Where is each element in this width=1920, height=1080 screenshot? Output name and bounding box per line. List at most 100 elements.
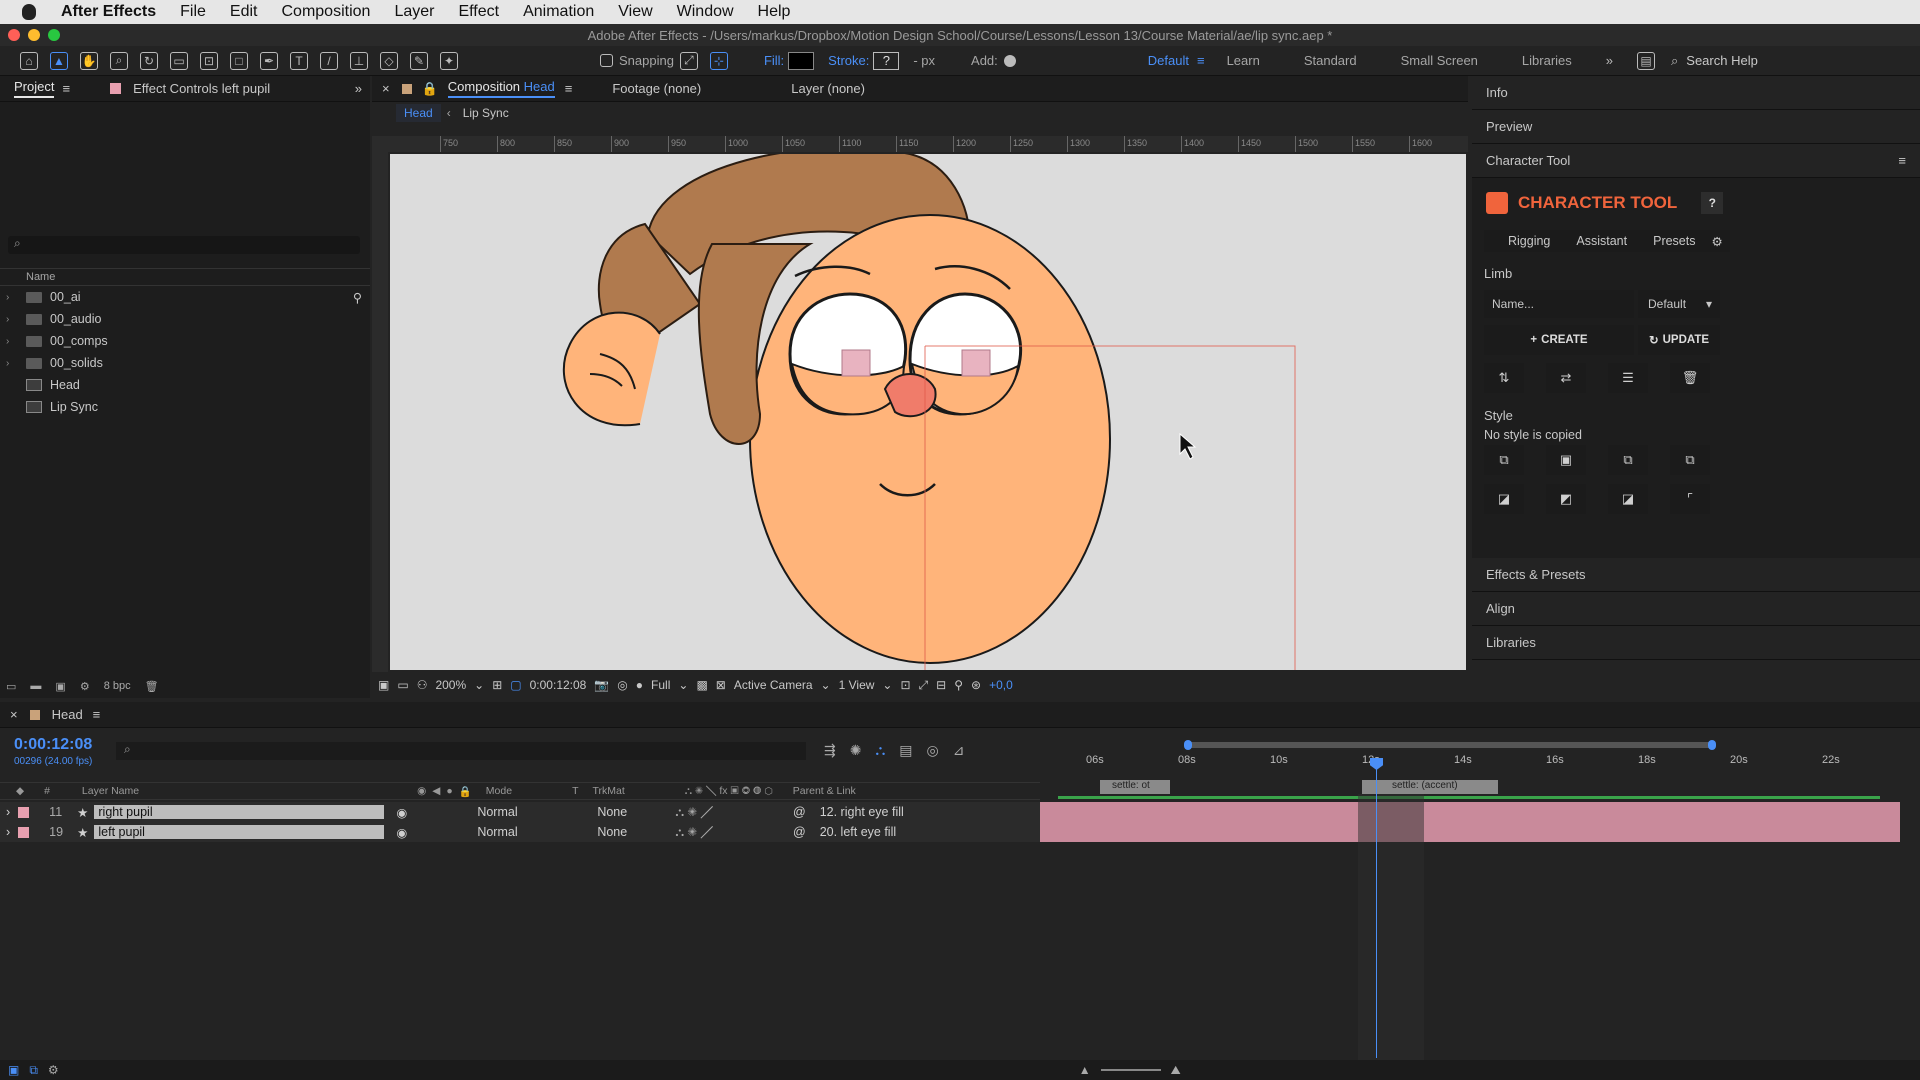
taper-style-icon[interactable]: ◪ <box>1608 484 1648 514</box>
workspace-libraries[interactable]: Libraries <box>1522 53 1572 68</box>
mask-visibility-icon[interactable]: ⚇ <box>417 678 428 692</box>
draft-3d-icon[interactable]: ✺ <box>850 742 862 759</box>
brush-tool-icon[interactable]: / <box>320 51 338 70</box>
tab-presets[interactable]: Presets <box>1653 234 1695 248</box>
work-area-end-handle[interactable] <box>1708 740 1716 750</box>
menu-effect[interactable]: Effect <box>458 3 499 21</box>
visibility-eye-icon[interactable]: ◉ <box>396 805 407 820</box>
pen-tool-icon[interactable]: ✒ <box>260 51 278 70</box>
time-ruler[interactable]: 06s08s10s12s14s16s18s20s22s settle: ot s… <box>1040 738 1900 800</box>
chevron-down-icon[interactable]: ⌄ <box>882 678 892 692</box>
delete-icon[interactable]: 🗑 <box>1670 363 1710 393</box>
lock-icon[interactable]: 🔒 <box>422 81 438 97</box>
camera-dropdown[interactable]: Active Camera <box>734 678 813 692</box>
trkmat-dropdown[interactable]: None <box>597 805 657 819</box>
project-settings-icon[interactable]: ⚙ <box>80 680 90 693</box>
snapshot-icon[interactable]: 📷 <box>594 678 609 692</box>
panel-menu-icon[interactable]: ≡ <box>93 707 101 722</box>
stroke-style-icon[interactable]: ◪ <box>1484 484 1524 514</box>
toggle-pixel-aspect-icon[interactable]: ⊡ <box>900 678 910 692</box>
help-button[interactable]: ? <box>1701 192 1724 214</box>
workspace-learn[interactable]: Learn <box>1227 53 1260 68</box>
dash-style-icon[interactable]: ⌜ <box>1670 484 1710 514</box>
exposure-value[interactable]: +0,0 <box>989 678 1013 692</box>
blend-mode-dropdown[interactable]: Normal <box>477 805 537 819</box>
new-composition-icon[interactable]: ▣ <box>55 680 65 693</box>
menu-view[interactable]: View <box>618 3 652 21</box>
breadcrumb-head[interactable]: Head <box>396 104 441 122</box>
column-switches[interactable]: ⛬ ✺ ╲ fx ▣ ◎ ◍ ⬡ <box>685 785 773 798</box>
layer-switches[interactable]: ⛬ ✺ ╱ <box>675 825 713 840</box>
copy-style-icon[interactable]: ⧉ <box>1484 445 1524 475</box>
label-tag-icon[interactable]: ◆ <box>16 785 24 797</box>
chevron-right-icon[interactable]: › <box>6 805 10 819</box>
tab-layer[interactable]: Layer (none) <box>791 81 865 96</box>
limb-style-dropdown[interactable]: Default ▾ <box>1638 290 1720 318</box>
zoom-dropdown[interactable]: 200% <box>435 678 466 692</box>
fill-label[interactable]: Fill: <box>764 53 784 68</box>
close-window-button[interactable] <box>8 29 20 41</box>
layer-duration-bar[interactable] <box>1040 822 1900 842</box>
tab-composition[interactable]: Composition Head <box>447 79 555 98</box>
show-snapshot-icon[interactable]: ◎ <box>617 678 627 692</box>
create-button[interactable]: + CREATE <box>1484 325 1634 355</box>
align-panel-header[interactable]: Align <box>1472 592 1920 626</box>
eraser-tool-icon[interactable]: ◇ <box>380 51 398 70</box>
region-of-interest-icon[interactable]: ▢ <box>510 678 521 692</box>
roto-brush-tool-icon[interactable]: ✎ <box>410 51 428 70</box>
minimize-window-button[interactable] <box>28 29 40 41</box>
fast-previews-icon[interactable]: ⊠ <box>716 678 726 692</box>
tab-project[interactable]: Project <box>14 79 55 98</box>
menu-composition[interactable]: Composition <box>282 3 371 21</box>
horizontal-ruler[interactable]: 750 800 850 900 950 1000 1050 1100 1150 1200 1250 1… <box>372 136 1468 152</box>
work-area-start-handle[interactable] <box>1184 740 1192 750</box>
preview-panel-header[interactable]: Preview <box>1472 110 1920 144</box>
chevron-right-icon[interactable]: › <box>6 336 18 347</box>
vertical-ruler[interactable] <box>372 152 388 672</box>
color-channel-icon[interactable]: ● <box>636 678 643 692</box>
monitor-icon[interactable]: ▭ <box>397 678 408 692</box>
settings-gear-icon[interactable]: ⚙ <box>1712 234 1723 249</box>
parent-dropdown[interactable]: 20. left eye fill <box>820 825 896 839</box>
list-item[interactable]: › 00_solids <box>0 352 370 374</box>
chevron-down-icon[interactable]: ⌄ <box>821 678 831 692</box>
tab-footage[interactable]: Footage (none) <box>612 81 701 96</box>
close-tab-icon[interactable]: × <box>10 707 18 722</box>
motion-blur-icon[interactable]: ◎ <box>927 742 939 759</box>
time-stretch-toggle-icon[interactable]: ⚙ <box>48 1063 59 1077</box>
close-tab-icon[interactable]: × <box>382 81 390 96</box>
zoom-out-icon[interactable]: ▲ <box>1079 1063 1091 1077</box>
app-name[interactable]: After Effects <box>61 3 156 21</box>
list-item[interactable]: › 00_comps <box>0 330 370 352</box>
workspace-overflow-icon[interactable]: » <box>1606 53 1613 68</box>
snapping-checkbox[interactable] <box>600 54 613 67</box>
view-layout-dropdown[interactable]: 1 View <box>839 678 875 692</box>
tab-rigging[interactable]: Rigging <box>1508 234 1550 248</box>
flowchart-icon[interactable]: ⚲ <box>353 290 362 305</box>
effects-presets-panel-header[interactable]: Effects & Presets <box>1472 558 1920 592</box>
update-button[interactable]: ↻ UPDATE <box>1638 325 1720 355</box>
blend-mode-dropdown[interactable]: Normal <box>477 825 537 839</box>
zoom-in-icon[interactable]: ⛰ <box>1171 1063 1181 1078</box>
new-folder-icon[interactable]: ▬ <box>30 680 41 692</box>
graph-editor-icon[interactable]: ⊿ <box>953 742 965 759</box>
panel-menu-icon[interactable]: ≡ <box>62 81 70 96</box>
trkmat-dropdown[interactable]: None <box>597 825 657 839</box>
panel-overflow-icon[interactable]: » <box>355 81 362 96</box>
viewer-timecode[interactable]: 0:00:12:08 <box>530 678 587 692</box>
bpc-label[interactable]: 8 bpc <box>104 680 131 692</box>
add-button[interactable] <box>1003 54 1016 67</box>
paste-style-icon[interactable]: ▣ <box>1546 445 1586 475</box>
visibility-eye-icon[interactable]: ◉ <box>396 825 407 840</box>
column-mode[interactable]: Mode <box>486 785 512 797</box>
lock-icon[interactable]: 🔒 <box>459 785 472 798</box>
column-t[interactable]: T <box>572 785 578 797</box>
eye-icon[interactable]: ◉ <box>417 785 426 797</box>
layer-search-input[interactable]: ⌕ <box>116 742 806 760</box>
workspace-standard[interactable]: Standard <box>1304 53 1357 68</box>
chevron-right-icon[interactable]: › <box>6 292 18 303</box>
list-item[interactable]: › 00_ai ⚲ <box>0 286 370 308</box>
menu-edit[interactable]: Edit <box>230 3 258 21</box>
project-search-input[interactable]: ⌕ <box>8 236 360 254</box>
layer-name[interactable]: right pupil <box>94 805 385 819</box>
